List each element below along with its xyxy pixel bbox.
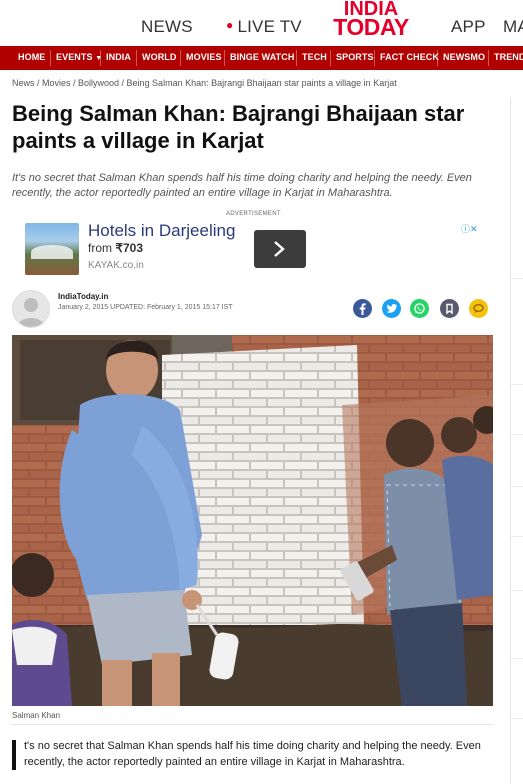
rail-divider — [511, 536, 523, 537]
breadcrumb[interactable]: News / Movies / Bollywood / Being Salman… — [12, 78, 397, 88]
avatar-placeholder-icon — [17, 298, 45, 327]
nav-item-tech[interactable]: TECH — [302, 52, 327, 62]
nav-divider — [50, 50, 51, 66]
ad-price-prefix: from — [88, 241, 116, 255]
author-name[interactable]: IndiaToday.in — [58, 292, 108, 301]
rail-divider — [511, 278, 523, 279]
article-photo[interactable] — [12, 335, 493, 706]
nav-item-fact-check[interactable]: FACT CHECK — [380, 52, 439, 62]
ad-label: ADVERTISEMENT — [226, 211, 281, 217]
nav-divider — [296, 50, 297, 66]
ad-title[interactable]: Hotels in Darjeeling — [88, 221, 235, 241]
facebook-share-button[interactable] — [353, 299, 372, 318]
nav-item-trend[interactable]: TREND — [494, 52, 523, 62]
live-dot-icon: ● — [226, 18, 234, 32]
nav-divider — [488, 50, 489, 66]
whatsapp-share-button[interactable] — [410, 299, 429, 318]
rail-divider — [511, 590, 523, 591]
rail-divider — [511, 718, 523, 719]
author-avatar — [12, 290, 50, 328]
nav-item-newsmo[interactable]: NEWSMO — [443, 52, 485, 62]
nav-more-link[interactable]: MA — [503, 17, 523, 37]
nav-divider — [374, 50, 375, 66]
comment-icon — [473, 304, 484, 313]
rail-divider — [511, 658, 523, 659]
nav-item-events-label: EVENTS — [56, 52, 93, 62]
facebook-icon — [359, 303, 366, 315]
nav-item-sports[interactable]: SPORTS — [336, 52, 374, 62]
chevron-right-icon — [274, 241, 285, 257]
logo-line-2: TODAY — [333, 14, 409, 40]
nav-app-link[interactable]: APP — [451, 17, 486, 37]
drop-cap-i — [12, 740, 16, 770]
article-body-paragraph: t's no secret that Salman Khan spends ha… — [24, 740, 481, 768]
twitter-share-button[interactable] — [382, 299, 401, 318]
ad-source: KAYAK.co.in — [88, 260, 144, 271]
ad-thumbnail-mountain — [31, 245, 73, 259]
top-header: NEWS ●LIVE TV INDIA TODAY APP MA — [0, 0, 523, 46]
bookmark-button[interactable] — [440, 299, 459, 318]
comment-button[interactable] — [469, 299, 488, 318]
twitter-icon — [386, 304, 397, 313]
ad-price-value: ₹703 — [115, 241, 143, 255]
article-summary: It's no secret that Salman Khan spends h… — [12, 172, 472, 199]
nav-live-tv-link[interactable]: ● LIVE TV — [226, 17, 302, 37]
author-row: IndiaToday.in January 2, 2015 UPDATED: F… — [12, 290, 492, 328]
nav-news-link[interactable]: NEWS — [141, 17, 193, 37]
nav-divider — [136, 50, 137, 66]
nav-divider — [330, 50, 331, 66]
nav-divider — [180, 50, 181, 66]
whatsapp-icon — [414, 303, 425, 314]
rail-divider — [511, 384, 523, 385]
india-today-logo[interactable]: INDIA TODAY — [325, 0, 417, 42]
right-rail — [510, 98, 523, 784]
main-navbar: HOME EVENTS ▼ INDIA WORLD MOVIES BINGE W… — [0, 46, 523, 70]
ad-thumbnail-image[interactable] — [25, 223, 79, 275]
photo-caption: Salman Khan — [12, 711, 61, 720]
live-tv-label: LIVE TV — [237, 17, 302, 36]
nav-item-binge-watch[interactable]: BINGE WATCH — [230, 52, 294, 62]
nav-divider — [100, 50, 101, 66]
bookmark-icon — [446, 303, 453, 315]
nav-item-home[interactable]: HOME — [18, 52, 45, 62]
publish-date: January 2, 2015 UPDATED: February 1, 201… — [58, 304, 233, 311]
nav-item-india[interactable]: INDIA — [106, 52, 131, 62]
ad-choices-icon[interactable]: ⓘ✕ — [461, 222, 478, 235]
nav-divider — [224, 50, 225, 66]
article-headline: Being Salman Khan: Bajrangi Bhaijaan sta… — [12, 101, 465, 153]
rail-divider — [511, 486, 523, 487]
salman-khan-painting-photo — [12, 335, 493, 706]
rail-divider — [511, 434, 523, 435]
ad-banner[interactable]: Hotels in Darjeeling from ₹703 KAYAK.co.… — [25, 219, 485, 279]
nav-divider — [437, 50, 438, 66]
ad-cta-button[interactable] — [254, 230, 306, 268]
caption-divider — [12, 724, 493, 725]
nav-item-world[interactable]: WORLD — [142, 52, 177, 62]
dropdown-caret-icon: ▼ — [95, 55, 103, 62]
nav-item-events[interactable]: EVENTS ▼ — [56, 52, 102, 62]
ad-price: from ₹703 — [88, 241, 143, 255]
nav-item-movies[interactable]: MOVIES — [186, 52, 222, 62]
